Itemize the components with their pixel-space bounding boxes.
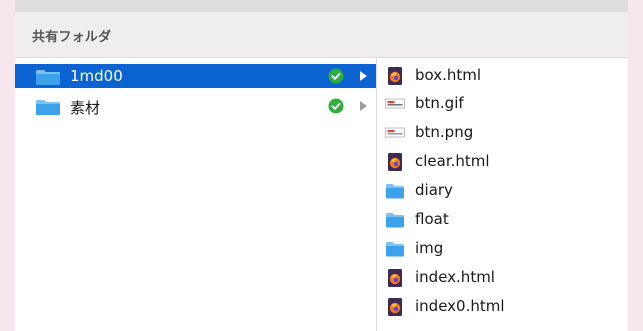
folder-label: 素材 — [70, 99, 101, 117]
folder-row-sozai[interactable]: 素材 — [15, 94, 376, 118]
file-row[interactable]: index0.html — [377, 295, 628, 319]
file-label: clear.html — [415, 152, 490, 170]
file-row[interactable]: diary — [377, 179, 628, 203]
file-row[interactable]: float — [377, 208, 628, 232]
check-circle-icon — [328, 68, 344, 84]
firefox-html-file-icon — [388, 153, 402, 171]
file-label: diary — [415, 181, 453, 199]
file-row[interactable]: index.html — [377, 266, 628, 290]
folder-icon — [386, 184, 404, 199]
file-row[interactable]: btn.gif — [377, 92, 628, 116]
file-label: btn.png — [415, 123, 474, 141]
folder-icon — [386, 213, 404, 228]
file-label: btn.gif — [415, 94, 464, 112]
file-label: img — [415, 239, 444, 257]
folder-icon — [36, 70, 60, 85]
finder-window: 共有フォルダ 1md00 素材 box.html btn.gif btn.png… — [15, 0, 628, 331]
chevron-right-icon — [360, 101, 367, 111]
file-label: float — [415, 210, 449, 228]
image-file-icon — [385, 98, 405, 109]
firefox-html-file-icon — [388, 298, 402, 316]
file-row[interactable]: img — [377, 237, 628, 261]
file-row[interactable]: box.html — [377, 64, 628, 88]
folder-label: 1md00 — [70, 67, 123, 85]
file-label: box.html — [415, 66, 482, 84]
file-row[interactable]: btn.png — [377, 121, 628, 145]
image-file-icon — [385, 127, 405, 138]
file-row[interactable]: clear.html — [377, 150, 628, 174]
chevron-right-icon — [360, 71, 367, 81]
folder-row-1md00[interactable]: 1md00 — [15, 64, 376, 88]
file-label: index.html — [415, 268, 495, 286]
folder-icon — [36, 100, 60, 115]
section-title: 共有フォルダ — [32, 30, 112, 45]
check-circle-icon — [328, 98, 344, 114]
folder-icon — [386, 242, 404, 257]
firefox-html-file-icon — [388, 269, 402, 287]
firefox-html-file-icon — [388, 67, 402, 85]
top-strip — [15, 0, 628, 12]
file-label: index0.html — [415, 297, 505, 315]
